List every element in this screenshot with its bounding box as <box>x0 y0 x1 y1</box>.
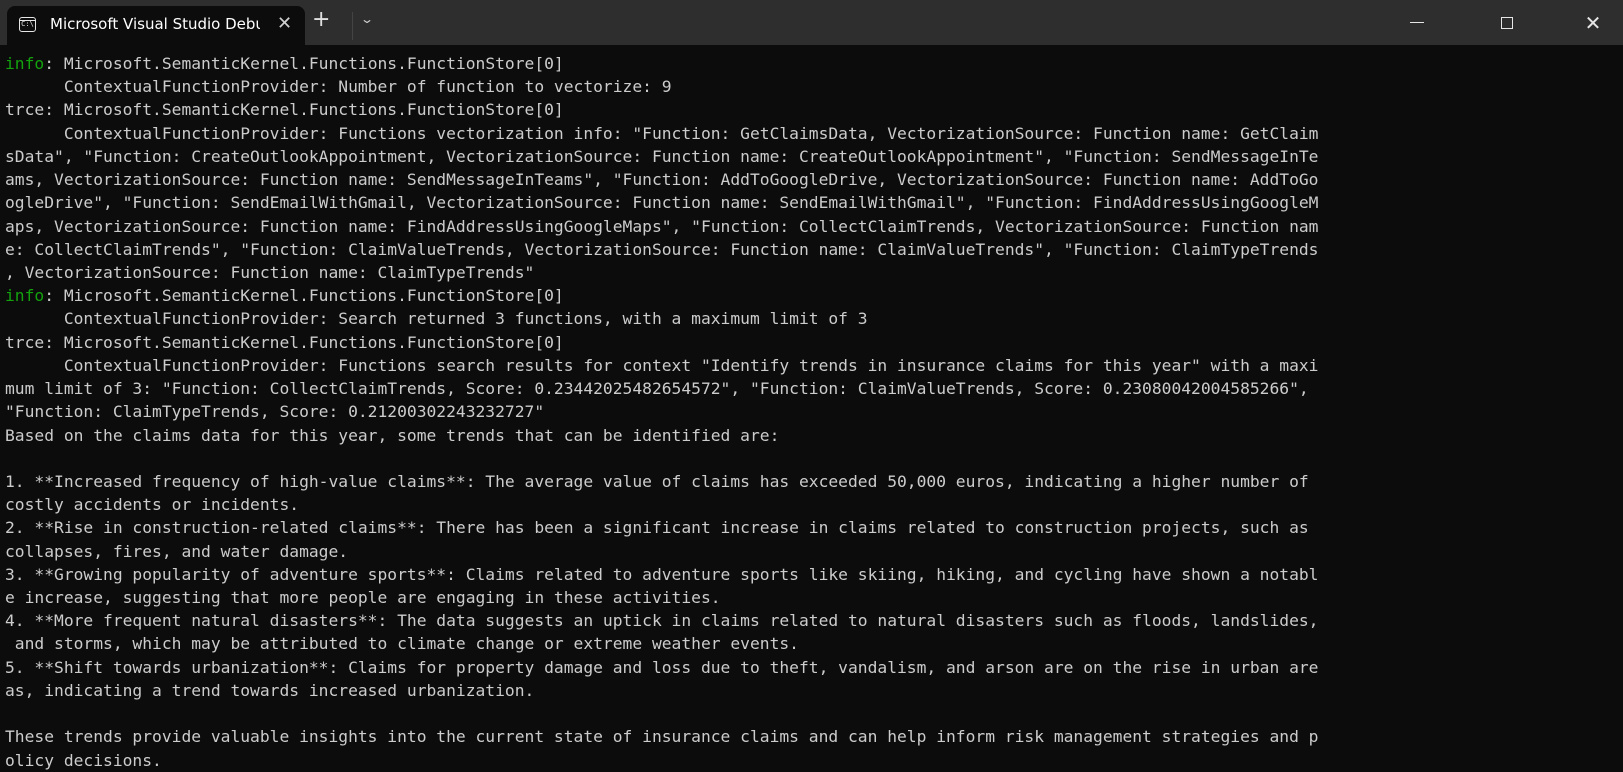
console-line-text: 4. **More frequent natural disasters**: … <box>5 611 1319 631</box>
console-line: costly accidents or incidents. <box>5 493 1620 516</box>
console-line-text: e increase, suggesting that more people … <box>5 588 721 608</box>
console-line: trce: Microsoft.SemanticKernel.Functions… <box>5 98 1620 121</box>
console-line-text: trce: Microsoft.SemanticKernel.Functions… <box>5 100 564 120</box>
console-line: e: CollectClaimTrends", "Function: Claim… <box>5 238 1620 261</box>
divider <box>352 12 353 40</box>
console-output[interactable]: info: Microsoft.SemanticKernel.Functions… <box>5 52 1620 772</box>
console-line: These trends provide valuable insights i… <box>5 725 1620 748</box>
console-line: ContextualFunctionProvider: Number of fu… <box>5 75 1620 98</box>
console-line: info: Microsoft.SemanticKernel.Functions… <box>5 284 1620 307</box>
title-bar: C:\ Microsoft Visual Studio Debug Consol… <box>0 0 1623 45</box>
tab-close-icon[interactable]: ✕ <box>277 13 292 34</box>
console-line: trce: Microsoft.SemanticKernel.Functions… <box>5 331 1620 354</box>
console-line-text: 3. **Growing popularity of adventure spo… <box>5 564 1319 584</box>
console-line-text: and storms, which may be attributed to c… <box>5 634 799 654</box>
console-line: info: Microsoft.SemanticKernel.Functions… <box>5 52 1620 75</box>
tab-title: Microsoft Visual Studio Debug Console <box>50 15 260 33</box>
console-line: collapses, fires, and water damage. <box>5 540 1620 563</box>
log-level-info: info <box>5 54 45 73</box>
console-line: olicy decisions. <box>5 749 1620 772</box>
console-line: ContextualFunctionProvider: Search retur… <box>5 307 1620 330</box>
console-line: as, indicating a trend towards increased… <box>5 679 1620 702</box>
console-line: ContextualFunctionProvider: Functions se… <box>5 354 1620 377</box>
console-line: "Function: ClaimTypeTrends, Score: 0.212… <box>5 400 1620 423</box>
maximize-button[interactable] <box>1484 0 1530 45</box>
console-line-text: ogleDrive", "Function: SendEmailWithGmai… <box>5 193 1319 213</box>
console-line-text: 5. **Shift towards urbanization**: Claim… <box>5 657 1319 677</box>
console-icon: C:\ <box>19 17 36 32</box>
console-line-text: e: CollectClaimTrends", "Function: Claim… <box>5 239 1319 259</box>
console-line-text: costly accidents or incidents. <box>5 495 300 515</box>
console-line-text: ams, VectorizationSource: Function name:… <box>5 170 1319 190</box>
console-line: sData", "Function: CreateOutlookAppointm… <box>5 145 1620 168</box>
console-line-text: Based on the claims data for this year, … <box>5 425 780 445</box>
console-line-text: as, indicating a trend towards increased… <box>5 680 535 700</box>
close-icon: ✕ <box>1584 10 1602 35</box>
console-line-text: ContextualFunctionProvider: Functions ve… <box>5 123 1319 143</box>
console-line-text: 1. **Increased frequency of high-value c… <box>5 471 1309 491</box>
console-line: 2. **Rise in construction-related claims… <box>5 516 1620 539</box>
console-line: and storms, which may be attributed to c… <box>5 632 1620 655</box>
console-line-text: mum limit of 3: "Function: CollectClaimT… <box>5 379 1309 399</box>
console-line: 4. **More frequent natural disasters**: … <box>5 609 1620 632</box>
console-line-text: aps, VectorizationSource: Function name:… <box>5 216 1319 236</box>
console-line-text: "Function: ClaimTypeTrends, Score: 0.212… <box>5 402 545 422</box>
console-line-text: ContextualFunctionProvider: Functions se… <box>5 355 1319 375</box>
console-line-text: 2. **Rise in construction-related claims… <box>5 518 1309 538</box>
console-line-text: ContextualFunctionProvider: Search retur… <box>5 309 868 329</box>
console-line: 1. **Increased frequency of high-value c… <box>5 470 1620 493</box>
console-line-text: trce: Microsoft.SemanticKernel.Functions… <box>5 332 564 352</box>
console-line-text: olicy decisions. <box>5 750 162 770</box>
console-line-text: ContextualFunctionProvider: Number of fu… <box>5 77 672 97</box>
chevron-down-icon[interactable]: ⌄ <box>360 12 374 26</box>
log-level-info: info <box>5 286 45 306</box>
console-line-text: , VectorizationSource: Function name: Cl… <box>5 262 535 282</box>
console-line: aps, VectorizationSource: Function name:… <box>5 215 1620 238</box>
console-line: , VectorizationSource: Function name: Cl… <box>5 261 1620 284</box>
new-tab-plus-icon[interactable]: + <box>312 8 330 32</box>
console-line: ams, VectorizationSource: Function name:… <box>5 168 1620 191</box>
console-line-text: collapses, fires, and water damage. <box>5 541 349 561</box>
console-line-text: : Microsoft.SemanticKernel.Functions.Fun… <box>44 54 564 73</box>
console-line: ogleDrive", "Function: SendEmailWithGmai… <box>5 191 1620 214</box>
console-line: Based on the claims data for this year, … <box>5 424 1620 447</box>
console-line: 3. **Growing popularity of adventure spo… <box>5 563 1620 586</box>
console-line: e increase, suggesting that more people … <box>5 586 1620 609</box>
maximize-icon <box>1501 16 1513 29</box>
minimize-icon <box>1410 21 1424 24</box>
console-line-text: These trends provide valuable insights i… <box>5 727 1319 747</box>
minimize-button[interactable] <box>1394 0 1440 45</box>
console-line-text: : Microsoft.SemanticKernel.Functions.Fun… <box>44 286 564 306</box>
console-line: 5. **Shift towards urbanization**: Claim… <box>5 656 1620 679</box>
console-line-text: sData", "Function: CreateOutlookAppointm… <box>5 146 1319 166</box>
tab-debug-console[interactable]: C:\ Microsoft Visual Studio Debug Consol… <box>7 6 305 45</box>
console-line: mum limit of 3: "Function: CollectClaimT… <box>5 377 1620 400</box>
console-line: ContextualFunctionProvider: Functions ve… <box>5 122 1620 145</box>
close-button[interactable]: ✕ <box>1570 0 1616 45</box>
